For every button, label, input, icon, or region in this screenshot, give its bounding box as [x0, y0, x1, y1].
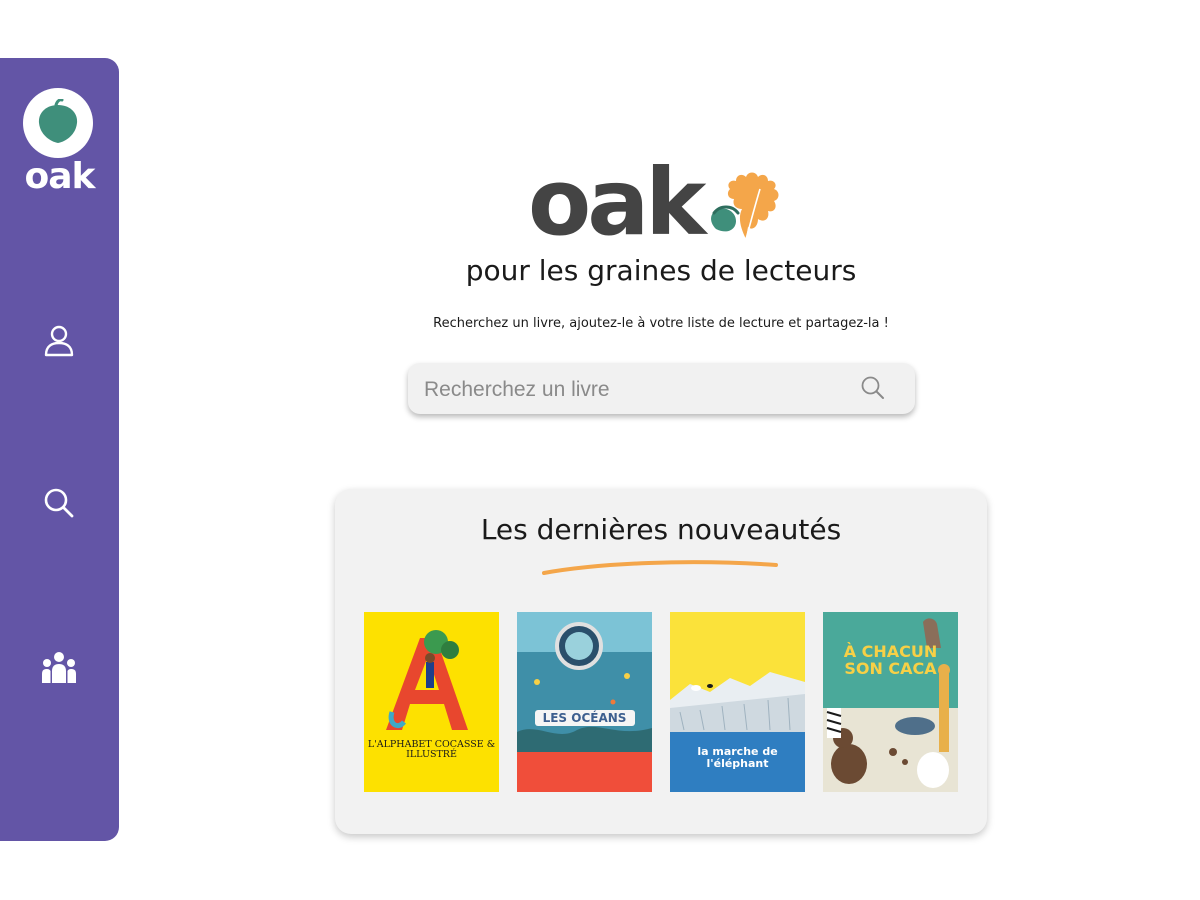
intro-text: Recherchez un livre, ajoutez-le à votre … [433, 316, 889, 331]
book-cover-2[interactable]: LES OCÉANS [517, 612, 652, 792]
oak-leaf-acorn-icon [711, 172, 779, 240]
tagline: pour les graines de lecteurs [465, 254, 857, 287]
logo-badge [23, 88, 93, 158]
group-icon [42, 652, 76, 683]
section-title: Les dernières nouveautés [480, 513, 842, 546]
book-cover-1[interactable]: L'ALPHABET COCASSE & ILLUSTRÉ [364, 612, 499, 792]
sidebar-logo[interactable]: oak [0, 86, 119, 206]
title-underline-stroke [542, 560, 778, 575]
hero-logo: oak [528, 157, 798, 255]
book-title: L'ALPHABET COCASSE & ILLUSTRÉ [367, 739, 496, 760]
search-icon [861, 376, 884, 399]
sidebar-item-search[interactable] [34, 478, 84, 528]
search-button[interactable] [860, 375, 888, 403]
search-input[interactable] [422, 371, 846, 408]
book-title: À CHACUN SON CACA [843, 642, 938, 678]
sidebar-item-community[interactable] [34, 643, 84, 693]
book-cover-illustration [823, 618, 958, 792]
search-icon [44, 488, 74, 518]
book-cover-illustration [517, 612, 652, 792]
sidebar-item-profile[interactable] [34, 316, 84, 366]
sidebar-logo-text: oak [24, 156, 96, 197]
book-title: la marche de l'éléphant [697, 745, 778, 770]
acorn-icon [38, 99, 78, 143]
sidebar: oak [0, 58, 119, 841]
new-releases-panel: Les dernières nouveautés L'ALPHABET COCA… [335, 489, 987, 834]
user-icon [44, 325, 74, 357]
book-cover-3[interactable]: la marche de l'éléphant [670, 612, 805, 792]
hero-logo-text: oak [528, 149, 706, 256]
book-cover-4[interactable]: À CHACUN SON CACA [823, 612, 958, 792]
book-cover-illustration [386, 630, 468, 730]
search-bar [408, 363, 915, 414]
book-title: LES OCÉANS [542, 711, 627, 725]
